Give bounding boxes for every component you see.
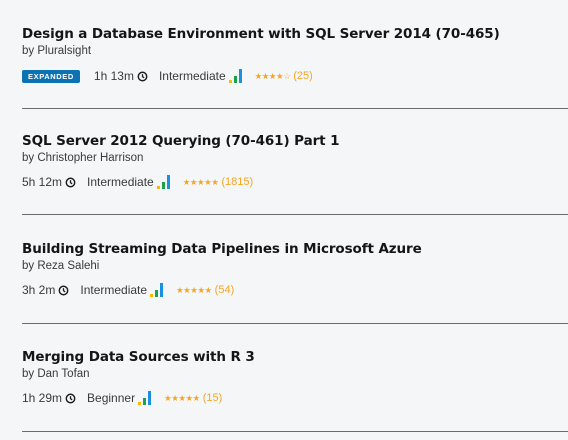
divider [22, 108, 568, 109]
rating-stars-icon: ★★★★★ [182, 176, 219, 187]
course-duration: 3h 2m [22, 283, 69, 297]
course-author: by Pluralsight [22, 45, 92, 57]
course-level: Beginner [87, 391, 153, 405]
course-title[interactable]: Design a Database Environment with SQL S… [22, 26, 568, 43]
course-title[interactable]: Building Streaming Data Pipelines in Mic… [22, 241, 568, 258]
course-author: by Christopher Harrison [22, 152, 144, 164]
course-duration: 1h 13m [94, 69, 148, 83]
expanded-badge: EXPANDED [22, 69, 80, 83]
clock-icon [137, 71, 148, 81]
review-count: (25) [293, 70, 313, 82]
intermediate-bars-icon [228, 69, 244, 83]
duration-text: 1h 13m [93, 69, 134, 83]
level-text: Intermediate [158, 69, 226, 83]
review-count: (1815) [221, 176, 254, 188]
clock-icon [58, 285, 69, 295]
duration-text: 3h 2m [22, 283, 56, 297]
course-level: Intermediate [159, 69, 244, 83]
clock-icon [65, 393, 76, 403]
course-meta: EXPANDED 1h 13m Intermediate ★★★★☆ (25) [22, 68, 568, 84]
course-meta: 5h 12m Intermediate ★★★★★ (1815) [22, 174, 568, 190]
course-level: Intermediate [80, 283, 165, 297]
review-count: (54) [214, 284, 235, 296]
course-author: by Dan Tofan [22, 368, 90, 380]
course-rating: ★★★★★ (1815) [183, 176, 253, 188]
rating-stars-icon: ★★★★☆ [254, 70, 291, 81]
rating-stars-icon: ★★★★★ [176, 284, 212, 295]
course-duration: 5h 12m [22, 175, 76, 189]
course-item[interactable]: Design a Database Environment with SQL S… [0, 26, 568, 84]
course-meta: 3h 2m Intermediate ★★★★★ (54) [22, 282, 568, 298]
level-text: Intermediate [80, 283, 148, 297]
level-text: Intermediate [87, 175, 154, 189]
rating-stars-icon: ★★★★★ [164, 392, 200, 403]
course-item[interactable]: Building Streaming Data Pipelines in Mic… [0, 241, 568, 298]
divider [22, 214, 568, 215]
level-text: Beginner [87, 391, 136, 405]
review-count: (15) [202, 392, 223, 404]
course-level: Intermediate [87, 175, 172, 189]
course-item[interactable]: SQL Server 2012 Querying (70-461) Part 1… [0, 133, 568, 190]
divider [22, 431, 568, 432]
divider [22, 323, 568, 324]
course-title[interactable]: SQL Server 2012 Querying (70-461) Part 1 [22, 133, 568, 150]
clock-icon [65, 177, 76, 187]
course-duration: 1h 29m [22, 391, 76, 405]
course-title[interactable]: Merging Data Sources with R 3 [22, 349, 568, 366]
course-rating: ★★★★★ (15) [164, 392, 222, 404]
course-author: by Reza Salehi [22, 260, 100, 272]
course-meta: 1h 29m Beginner ★★★★★ (15) [22, 390, 568, 406]
course-rating: ★★★★☆ (25) [255, 70, 313, 82]
duration-text: 1h 29m [22, 391, 63, 405]
course-item[interactable]: Merging Data Sources with R 3 by Dan Tof… [0, 349, 568, 406]
beginner-bars-icon [138, 391, 153, 405]
course-rating: ★★★★★ (54) [176, 284, 234, 296]
duration-text: 5h 12m [22, 175, 63, 189]
intermediate-bars-icon [150, 283, 165, 297]
intermediate-bars-icon [156, 175, 172, 189]
